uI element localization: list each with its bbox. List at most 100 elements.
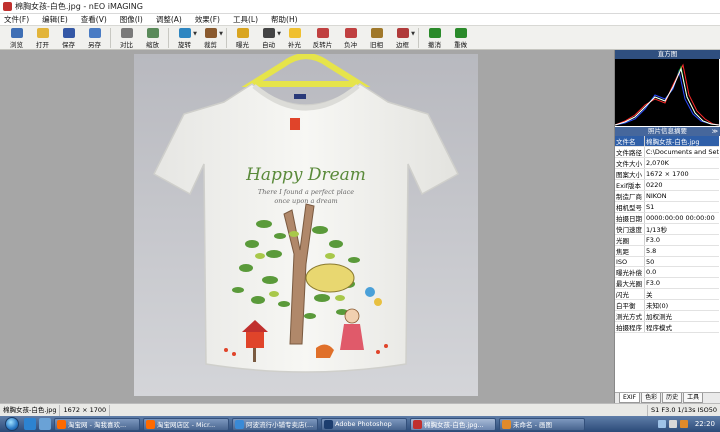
info-row[interactable]: Exif版本 0220	[615, 179, 719, 191]
exposure-icon	[236, 28, 249, 38]
app-icon	[324, 419, 333, 429]
toolbar-separator	[226, 28, 227, 48]
clock[interactable]: 22:20	[695, 420, 715, 428]
taskbar-button[interactable]: 淘宝网店区 - Micr...	[143, 417, 229, 431]
toolbar-button-label: 自动	[262, 41, 275, 49]
info-value: 0000:00:00 00:00:00	[644, 212, 719, 224]
info-key: 相机型号	[615, 201, 645, 213]
dropdown-arrow-icon[interactable]: ▼	[411, 31, 415, 37]
info-key: 最大光圈	[615, 277, 645, 290]
app-icon	[502, 419, 511, 429]
photo-tshirt[interactable]: Happy Dream There I found a perfect plac…	[134, 54, 478, 396]
taskbar-button[interactable]: 阿波流行小铺专卖店(...	[232, 417, 318, 431]
info-row[interactable]: 白平衡 未知(0)	[615, 299, 719, 312]
info-row[interactable]: ISO 50	[615, 256, 719, 268]
toolbar-button-fill-light[interactable]: 补光	[282, 26, 307, 49]
info-row[interactable]: 光圈 F3.0	[615, 234, 719, 246]
toolbar-button-label: 保存	[62, 41, 75, 49]
frame-icon	[396, 28, 409, 38]
taskbar-button-label: 淘宝网店区 - Micr...	[157, 421, 216, 429]
status-dimensions: 1672 × 1700	[60, 404, 111, 416]
toolbar-button-zoom[interactable]: 缩放	[140, 26, 165, 49]
info-value: NIKON	[644, 190, 719, 202]
quicklaunch-desktop-icon[interactable]	[39, 418, 51, 430]
info-row[interactable]: 制造厂商 NIKON	[615, 190, 719, 202]
toolbar-button-open-folder[interactable]: 打开	[30, 26, 55, 49]
toolbar-button-undo[interactable]: 撤消	[422, 26, 447, 49]
toolbar-button-rotate[interactable]: 旋转 ▼	[172, 26, 197, 49]
undo-icon	[428, 28, 441, 38]
menu-item[interactable]: 工具(L)	[233, 14, 258, 25]
toolbar-button-old-photo[interactable]: 旧相	[364, 26, 389, 49]
toolbar-button-auto[interactable]: 自动 ▼	[256, 26, 281, 49]
info-row[interactable]: 图案大小 1672 × 1700	[615, 168, 719, 180]
info-row[interactable]: 闪光关	[615, 288, 719, 301]
toolbar-button-browse[interactable]: 浏览	[4, 26, 29, 49]
compare-icon	[120, 28, 133, 38]
info-row[interactable]: 拍摄日期 0000:00:00 00:00:00	[615, 212, 719, 224]
info-row[interactable]: 快门速度 1/13秒	[615, 223, 719, 235]
toolbar-button-label: 反转片	[312, 41, 333, 49]
app-icon	[146, 419, 155, 429]
panel-tab[interactable]: 色彩	[641, 393, 662, 403]
system-tray: 22:20	[657, 416, 720, 432]
taskbar-button[interactable]: 棉胸女孩-白色.jpg...	[410, 417, 496, 431]
toolbar-button-cross-process[interactable]: 负冲	[338, 26, 363, 49]
info-key: 曝光补偿	[615, 266, 645, 279]
info-value: 1/13秒	[644, 223, 719, 235]
menu-item[interactable]: 查看(V)	[81, 14, 107, 25]
ime-icon[interactable]	[679, 420, 688, 428]
dropdown-arrow-icon[interactable]: ▼	[193, 31, 197, 37]
menu-item[interactable]: 调整(A)	[156, 14, 182, 25]
taskbar-button[interactable]: 淘宝网 - 淘我喜欢...	[54, 417, 140, 431]
network-icon[interactable]	[657, 420, 666, 428]
collapse-icon[interactable]: ≫	[712, 127, 718, 136]
menu-item[interactable]: 文件(F)	[4, 14, 29, 25]
menu-item[interactable]: 编辑(E)	[42, 14, 68, 25]
toolbar-button-redo[interactable]: 重做	[448, 26, 473, 49]
toolbar-button-label: 打开	[36, 41, 49, 49]
app-icon	[235, 419, 244, 429]
volume-icon[interactable]	[668, 420, 677, 428]
toolbar-button-label: 边框	[396, 41, 409, 49]
toolbar-button-compare[interactable]: 对比	[114, 26, 139, 49]
taskbar-button[interactable]: Adobe Photoshop	[321, 417, 407, 431]
toolbar-button-frame[interactable]: 边框 ▼	[390, 26, 415, 49]
toolbar-button-slide-film[interactable]: 反转片	[308, 26, 337, 49]
toolbar-button-save-as[interactable]: 另存	[82, 26, 107, 49]
info-row[interactable]: 测光方式 加权测光	[615, 310, 719, 323]
toolbar-button-label: 曝光	[236, 41, 249, 49]
info-row[interactable]: 相机型号 S1	[615, 201, 719, 213]
dropdown-arrow-icon[interactable]: ▼	[219, 31, 223, 37]
toolbar-button-label: 负冲	[344, 41, 357, 49]
right-panel: 直方图 照片信息摘要 ≫ 文件名 棉胸女孩-白色.jpg 文件路径 C:\Docume…	[614, 50, 720, 403]
info-row[interactable]: 文件路径 C:\Documents and Set	[615, 146, 719, 158]
toolbar-button-exposure[interactable]: 曝光	[230, 26, 255, 49]
info-row[interactable]: 拍摄程序 程序模式	[615, 321, 719, 334]
panel-tab[interactable]: EXIF	[619, 393, 641, 403]
dropdown-arrow-icon[interactable]: ▼	[277, 31, 281, 37]
info-row[interactable]: 文件名 棉胸女孩-白色.jpg	[615, 136, 719, 147]
info-row[interactable]: 文件大小 2,070K	[615, 157, 719, 169]
info-key: 闪光	[615, 288, 645, 301]
start-button[interactable]	[5, 417, 19, 431]
info-value: 加权测光	[644, 310, 719, 323]
info-row[interactable]: 曝光补偿 0.0	[615, 266, 719, 279]
menu-item[interactable]: 帮助(H)	[271, 14, 298, 25]
panel-tab[interactable]: 工具	[683, 393, 704, 403]
toolbar: 浏览 打开 保存 另存 对比 缩放 旋转 ▼ 裁剪 ▼ 曝光 自动 ▼ 补光 反转片 负冲 旧相 边框 ▼ 撤消 重做	[0, 25, 720, 50]
toolbar-button-crop[interactable]: 裁剪 ▼	[198, 26, 223, 49]
toolbar-button-save-disk[interactable]: 保存	[56, 26, 81, 49]
info-row[interactable]: 最大光圈 F3.0	[615, 277, 719, 290]
info-row[interactable]: 焦距 5.8	[615, 245, 719, 257]
image-canvas[interactable]: Happy Dream There I found a perfect plac…	[0, 50, 614, 403]
menu-item[interactable]: 效果(F)	[195, 14, 220, 25]
status-spacer	[110, 404, 649, 416]
exif-info-table: 文件名 棉胸女孩-白色.jpg 文件路径 C:\Documents and Set 文件…	[615, 136, 719, 334]
panel-tab[interactable]: 历史	[662, 393, 683, 403]
toolbar-separator	[110, 28, 111, 48]
taskbar-button[interactable]: 未命名 - 画图	[499, 417, 585, 431]
app-icon	[413, 419, 422, 429]
menu-item[interactable]: 图像(I)	[120, 14, 143, 25]
quicklaunch-browser-icon[interactable]	[24, 418, 36, 430]
